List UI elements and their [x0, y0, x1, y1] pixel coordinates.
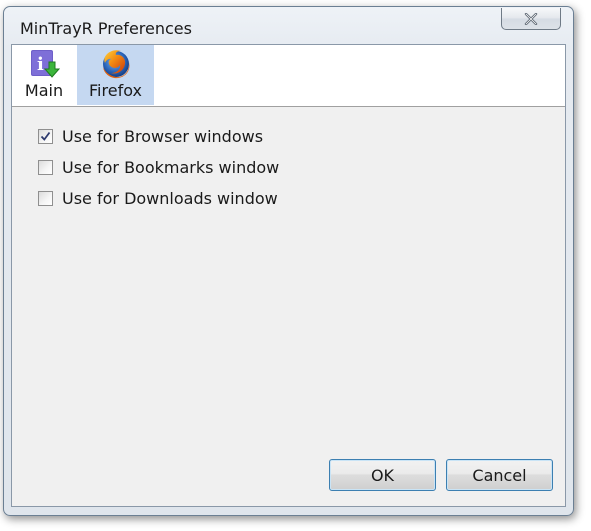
browser-windows-label: Use for Browser windows: [62, 127, 264, 146]
preferences-tabstrip: i Main Firefox: [12, 45, 565, 107]
option-bookmarks-window[interactable]: Use for Bookmarks window: [38, 152, 279, 183]
info-download-icon: i: [31, 50, 60, 78]
browser-windows-checkbox[interactable]: [38, 129, 53, 144]
tab-main-label: Main: [24, 81, 64, 100]
downloads-window-checkbox[interactable]: [38, 191, 53, 206]
svg-text:i: i: [37, 54, 44, 75]
title-bar[interactable]: MinTrayR Preferences: [4, 7, 573, 45]
close-icon: [524, 12, 538, 25]
downloads-window-label: Use for Downloads window: [62, 189, 278, 208]
firefox-options: Use for Browser windows Use for Bookmark…: [38, 121, 279, 214]
cancel-button[interactable]: Cancel: [446, 459, 553, 491]
window-title: MinTrayR Preferences: [20, 19, 192, 38]
dialog-client-area: i Main Firefox Use for Browser windows U…: [11, 44, 566, 507]
bookmarks-window-checkbox[interactable]: [38, 160, 53, 175]
tab-firefox[interactable]: Firefox: [77, 45, 154, 105]
ok-button[interactable]: OK: [329, 459, 436, 491]
tab-main[interactable]: i Main: [12, 45, 76, 105]
checkmark-icon: [40, 131, 51, 141]
tab-firefox-label: Firefox: [89, 81, 142, 100]
close-button[interactable]: [501, 8, 561, 30]
firefox-icon: [102, 50, 129, 79]
option-browser-windows[interactable]: Use for Browser windows: [38, 121, 279, 152]
option-downloads-window[interactable]: Use for Downloads window: [38, 183, 279, 214]
preferences-window: MinTrayR Preferences i Main Firefox Use …: [3, 6, 574, 516]
bookmarks-window-label: Use for Bookmarks window: [62, 158, 280, 177]
